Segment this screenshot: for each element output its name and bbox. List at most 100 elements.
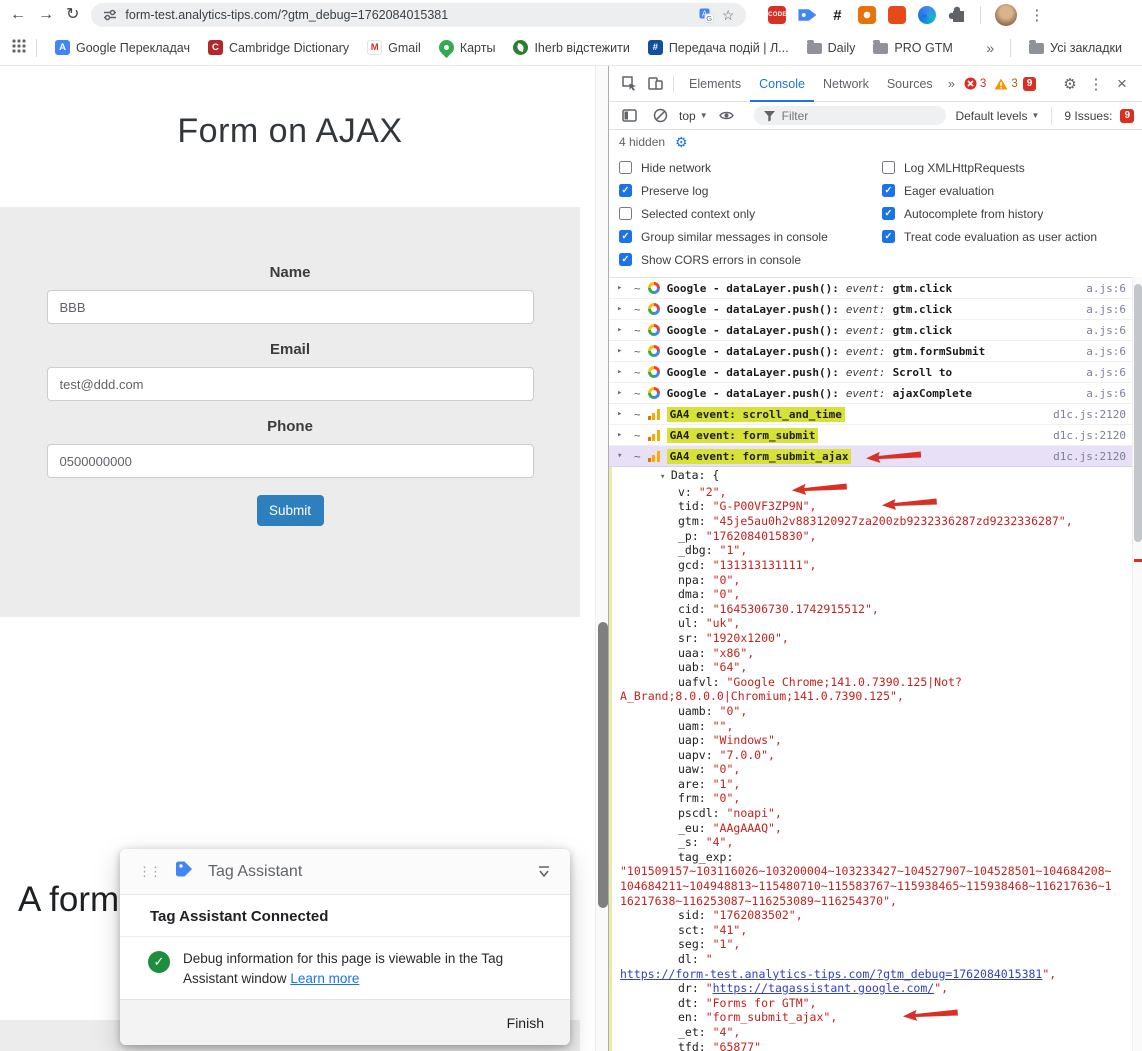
checkbox-icon[interactable] — [882, 207, 895, 220]
close-devtools-icon[interactable]: × — [1110, 72, 1134, 96]
extension-icon[interactable] — [858, 6, 877, 24]
devtools-settings-gear-icon[interactable]: ⚙ — [1058, 72, 1082, 96]
devtools-tab[interactable]: Console — [750, 66, 814, 102]
console-message-row[interactable]: ▸ ~ Google - dataLayer.push(): event: aj… — [609, 383, 1142, 404]
tag-assistant-header[interactable]: ⋮⋮ Tag Assistant — [120, 849, 570, 895]
expand-triangle-icon[interactable]: ▸ — [617, 304, 627, 314]
checkbox-icon[interactable] — [619, 161, 632, 174]
settings-checkbox-row[interactable]: Preserve log — [619, 179, 882, 202]
console-scrollbar[interactable] — [1132, 277, 1142, 1051]
expand-triangle-icon[interactable]: ▸ — [617, 283, 627, 293]
url-text[interactable]: form-test.analytics-tips.com/?gtm_debug=… — [125, 8, 690, 22]
checkbox-icon[interactable] — [882, 161, 895, 174]
source-location-link[interactable]: d1c.js:2120 — [1053, 450, 1126, 463]
console-scrollbar-thumb[interactable] — [1134, 284, 1142, 542]
expand-triangle-icon[interactable]: ▸ — [617, 367, 627, 377]
issues-label[interactable]: 9 Issues: — [1064, 109, 1112, 123]
extension-icon[interactable] — [798, 9, 817, 21]
source-location-link[interactable]: a.js:6 — [1086, 324, 1126, 337]
devtools-tab[interactable]: Network — [814, 66, 878, 102]
checkbox-icon[interactable] — [882, 230, 895, 243]
bookmark-item[interactable]: Передача подій | Л... — [640, 36, 797, 59]
ga4-message-row[interactable]: ▸▾ ~ GA4 event: form_submit_ajax d1c.js:… — [609, 446, 1142, 467]
issues-badge[interactable]: 9 — [1120, 108, 1134, 123]
bookmark-star-icon[interactable]: ☆ — [722, 7, 735, 24]
apps-grid-icon[interactable] — [12, 39, 26, 56]
settings-checkbox-row[interactable]: Log XMLHttpRequests — [882, 156, 1142, 179]
bookmark-item[interactable]: Карты — [431, 36, 504, 59]
drag-handle-icon[interactable]: ⋮⋮ — [138, 864, 162, 880]
extension-icon[interactable] — [948, 6, 967, 24]
reload-button[interactable]: ↻ — [66, 7, 79, 23]
expand-triangle-icon[interactable]: ▸ — [617, 430, 627, 440]
devtools-tab[interactable]: Sources — [878, 66, 942, 102]
console-message-row[interactable]: ▸ ~ Google - dataLayer.push(): event: gt… — [609, 299, 1142, 320]
bookmark-item[interactable]: Iherb відстежити — [505, 36, 637, 59]
settings-checkbox-row[interactable]: Treat code evaluation as user action — [882, 225, 1142, 248]
filter-input[interactable] — [781, 108, 912, 123]
bookmark-item[interactable]: PRO GTM — [865, 37, 960, 59]
console-filter[interactable] — [753, 106, 946, 125]
finish-button[interactable]: Finish — [507, 1015, 544, 1031]
disclosure-triangle-icon[interactable]: ▾ — [660, 472, 671, 482]
all-bookmarks-button[interactable]: Усі закладки — [1021, 37, 1130, 59]
checkbox-icon[interactable] — [619, 184, 632, 197]
ga4-message-row[interactable]: ▸▾ ~ GA4 event: form_submit d1c.js:2120 — [609, 425, 1142, 446]
bookmark-item[interactable]: Daily — [799, 37, 864, 59]
filter-settings-gear-icon[interactable]: ⚙ — [675, 134, 688, 151]
log-levels-dropdown[interactable]: Default levels ▼ — [955, 109, 1039, 123]
extension-icon[interactable] — [828, 6, 846, 24]
context-selector[interactable]: top ▼ — [679, 109, 708, 123]
tree-link-value[interactable]: https://tagassistant.google.com/ — [713, 981, 935, 995]
profile-avatar[interactable] — [995, 4, 1018, 26]
ga4-message-row[interactable]: ▸▾ ~ GA4 event: scroll_and_time d1c.js:2… — [609, 404, 1142, 425]
email-input[interactable] — [46, 367, 534, 401]
console-message-row[interactable]: ▸ ~ Google - dataLayer.push(): event: gt… — [609, 278, 1142, 299]
expand-triangle-icon[interactable]: ▸ — [617, 325, 627, 335]
clear-console-icon[interactable] — [648, 104, 672, 128]
bookmark-item[interactable]: Google Перекладач — [47, 36, 198, 59]
source-location-link[interactable]: a.js:6 — [1086, 366, 1126, 379]
expand-triangle-icon[interactable]: ▸ — [617, 388, 627, 398]
console-message-row[interactable]: ▸ ~ Google - dataLayer.push(): event: gt… — [609, 341, 1142, 362]
devtools-menu-icon[interactable]: ⋮ — [1084, 72, 1108, 96]
extension-icon[interactable]: CODE — [768, 6, 787, 24]
source-location-link[interactable]: d1c.js:2120 — [1053, 408, 1126, 421]
issues-count-badge[interactable]: 9 — [1022, 76, 1037, 91]
forward-button[interactable]: → — [38, 7, 54, 23]
page-scrollbar-thumb[interactable] — [597, 622, 608, 908]
source-location-link[interactable]: a.js:6 — [1086, 387, 1126, 400]
source-location-link[interactable]: a.js:6 — [1086, 303, 1126, 316]
settings-checkbox-row[interactable]: Autocomplete from history — [882, 202, 1142, 225]
console-message-row[interactable]: ▸ ~ Google - dataLayer.push(): event: Sc… — [609, 362, 1142, 383]
more-tabs-chevron[interactable]: » — [944, 76, 959, 91]
checkbox-icon[interactable] — [619, 230, 632, 243]
checkbox-icon[interactable] — [882, 184, 895, 197]
extension-icon[interactable] — [888, 6, 907, 24]
settings-checkbox-row[interactable]: Group similar messages in console — [619, 225, 882, 248]
device-toolbar-icon[interactable] — [643, 72, 667, 96]
warning-counter[interactable]: 3 — [994, 78, 1018, 90]
source-location-link[interactable]: d1c.js:2120 — [1053, 429, 1126, 442]
checkbox-icon[interactable] — [619, 207, 632, 220]
checkbox-icon[interactable] — [619, 253, 632, 266]
console-message-row[interactable]: ▸ ~ Google - dataLayer.push(): event: gt… — [609, 320, 1142, 341]
back-button[interactable]: ← — [10, 7, 26, 23]
settings-checkbox-row[interactable]: Show CORS errors in console — [619, 248, 882, 271]
settings-checkbox-row[interactable]: Hide network — [619, 156, 882, 179]
console-sidebar-icon[interactable] — [617, 104, 641, 128]
learn-more-link[interactable]: Learn more — [290, 971, 359, 986]
settings-checkbox-row[interactable]: Eager evaluation — [882, 179, 1142, 202]
expand-triangle-icon[interactable]: ▸ — [617, 409, 627, 419]
source-location-link[interactable]: a.js:6 — [1086, 282, 1126, 295]
inspect-element-icon[interactable] — [617, 72, 641, 96]
error-counter[interactable]: 3 — [964, 77, 986, 90]
name-input[interactable] — [46, 290, 534, 324]
phone-input[interactable] — [46, 444, 534, 478]
source-location-link[interactable]: a.js:6 — [1086, 345, 1126, 358]
translate-icon[interactable]: AG — [699, 8, 714, 23]
bookmarks-overflow-chevron[interactable]: » — [980, 40, 1000, 56]
settings-checkbox-row[interactable]: Selected context only — [619, 202, 882, 225]
live-expression-eye-icon[interactable] — [715, 104, 739, 128]
address-bar[interactable]: form-test.analytics-tips.com/?gtm_debug=… — [91, 3, 747, 27]
